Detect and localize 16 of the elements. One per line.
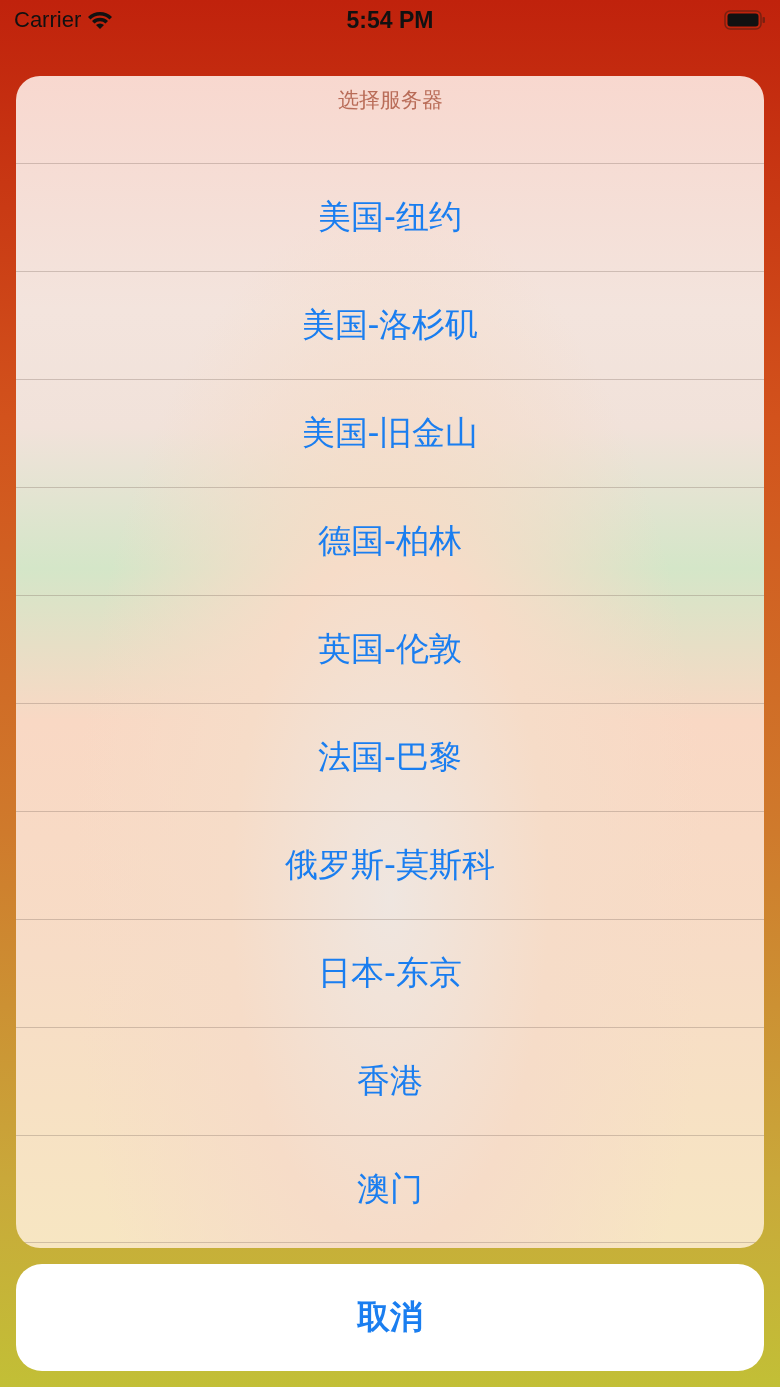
- server-option[interactable]: 美国-旧金山: [16, 379, 764, 487]
- cancel-button[interactable]: 取消: [16, 1264, 764, 1371]
- server-option[interactable]: 香港: [16, 1027, 764, 1135]
- server-option[interactable]: 日本-东京: [16, 919, 764, 1027]
- server-option[interactable]: 澳门: [16, 1135, 764, 1243]
- server-option[interactable]: 英国-伦敦: [16, 595, 764, 703]
- server-option[interactable]: 美国-洛杉矶: [16, 271, 764, 379]
- server-option[interactable]: 俄罗斯-莫斯科: [16, 811, 764, 919]
- server-option[interactable]: 美国-纽约: [16, 163, 764, 271]
- server-option[interactable]: 德国-柏林: [16, 487, 764, 595]
- server-option[interactable]: 法国-巴黎: [16, 703, 764, 811]
- carrier-name: Carrier: [14, 7, 82, 33]
- wifi-icon: [87, 10, 114, 30]
- sheet-title: 选择服务器: [337, 87, 443, 114]
- clock-time: 5:54 PM: [346, 6, 434, 34]
- battery-icon: [724, 10, 766, 30]
